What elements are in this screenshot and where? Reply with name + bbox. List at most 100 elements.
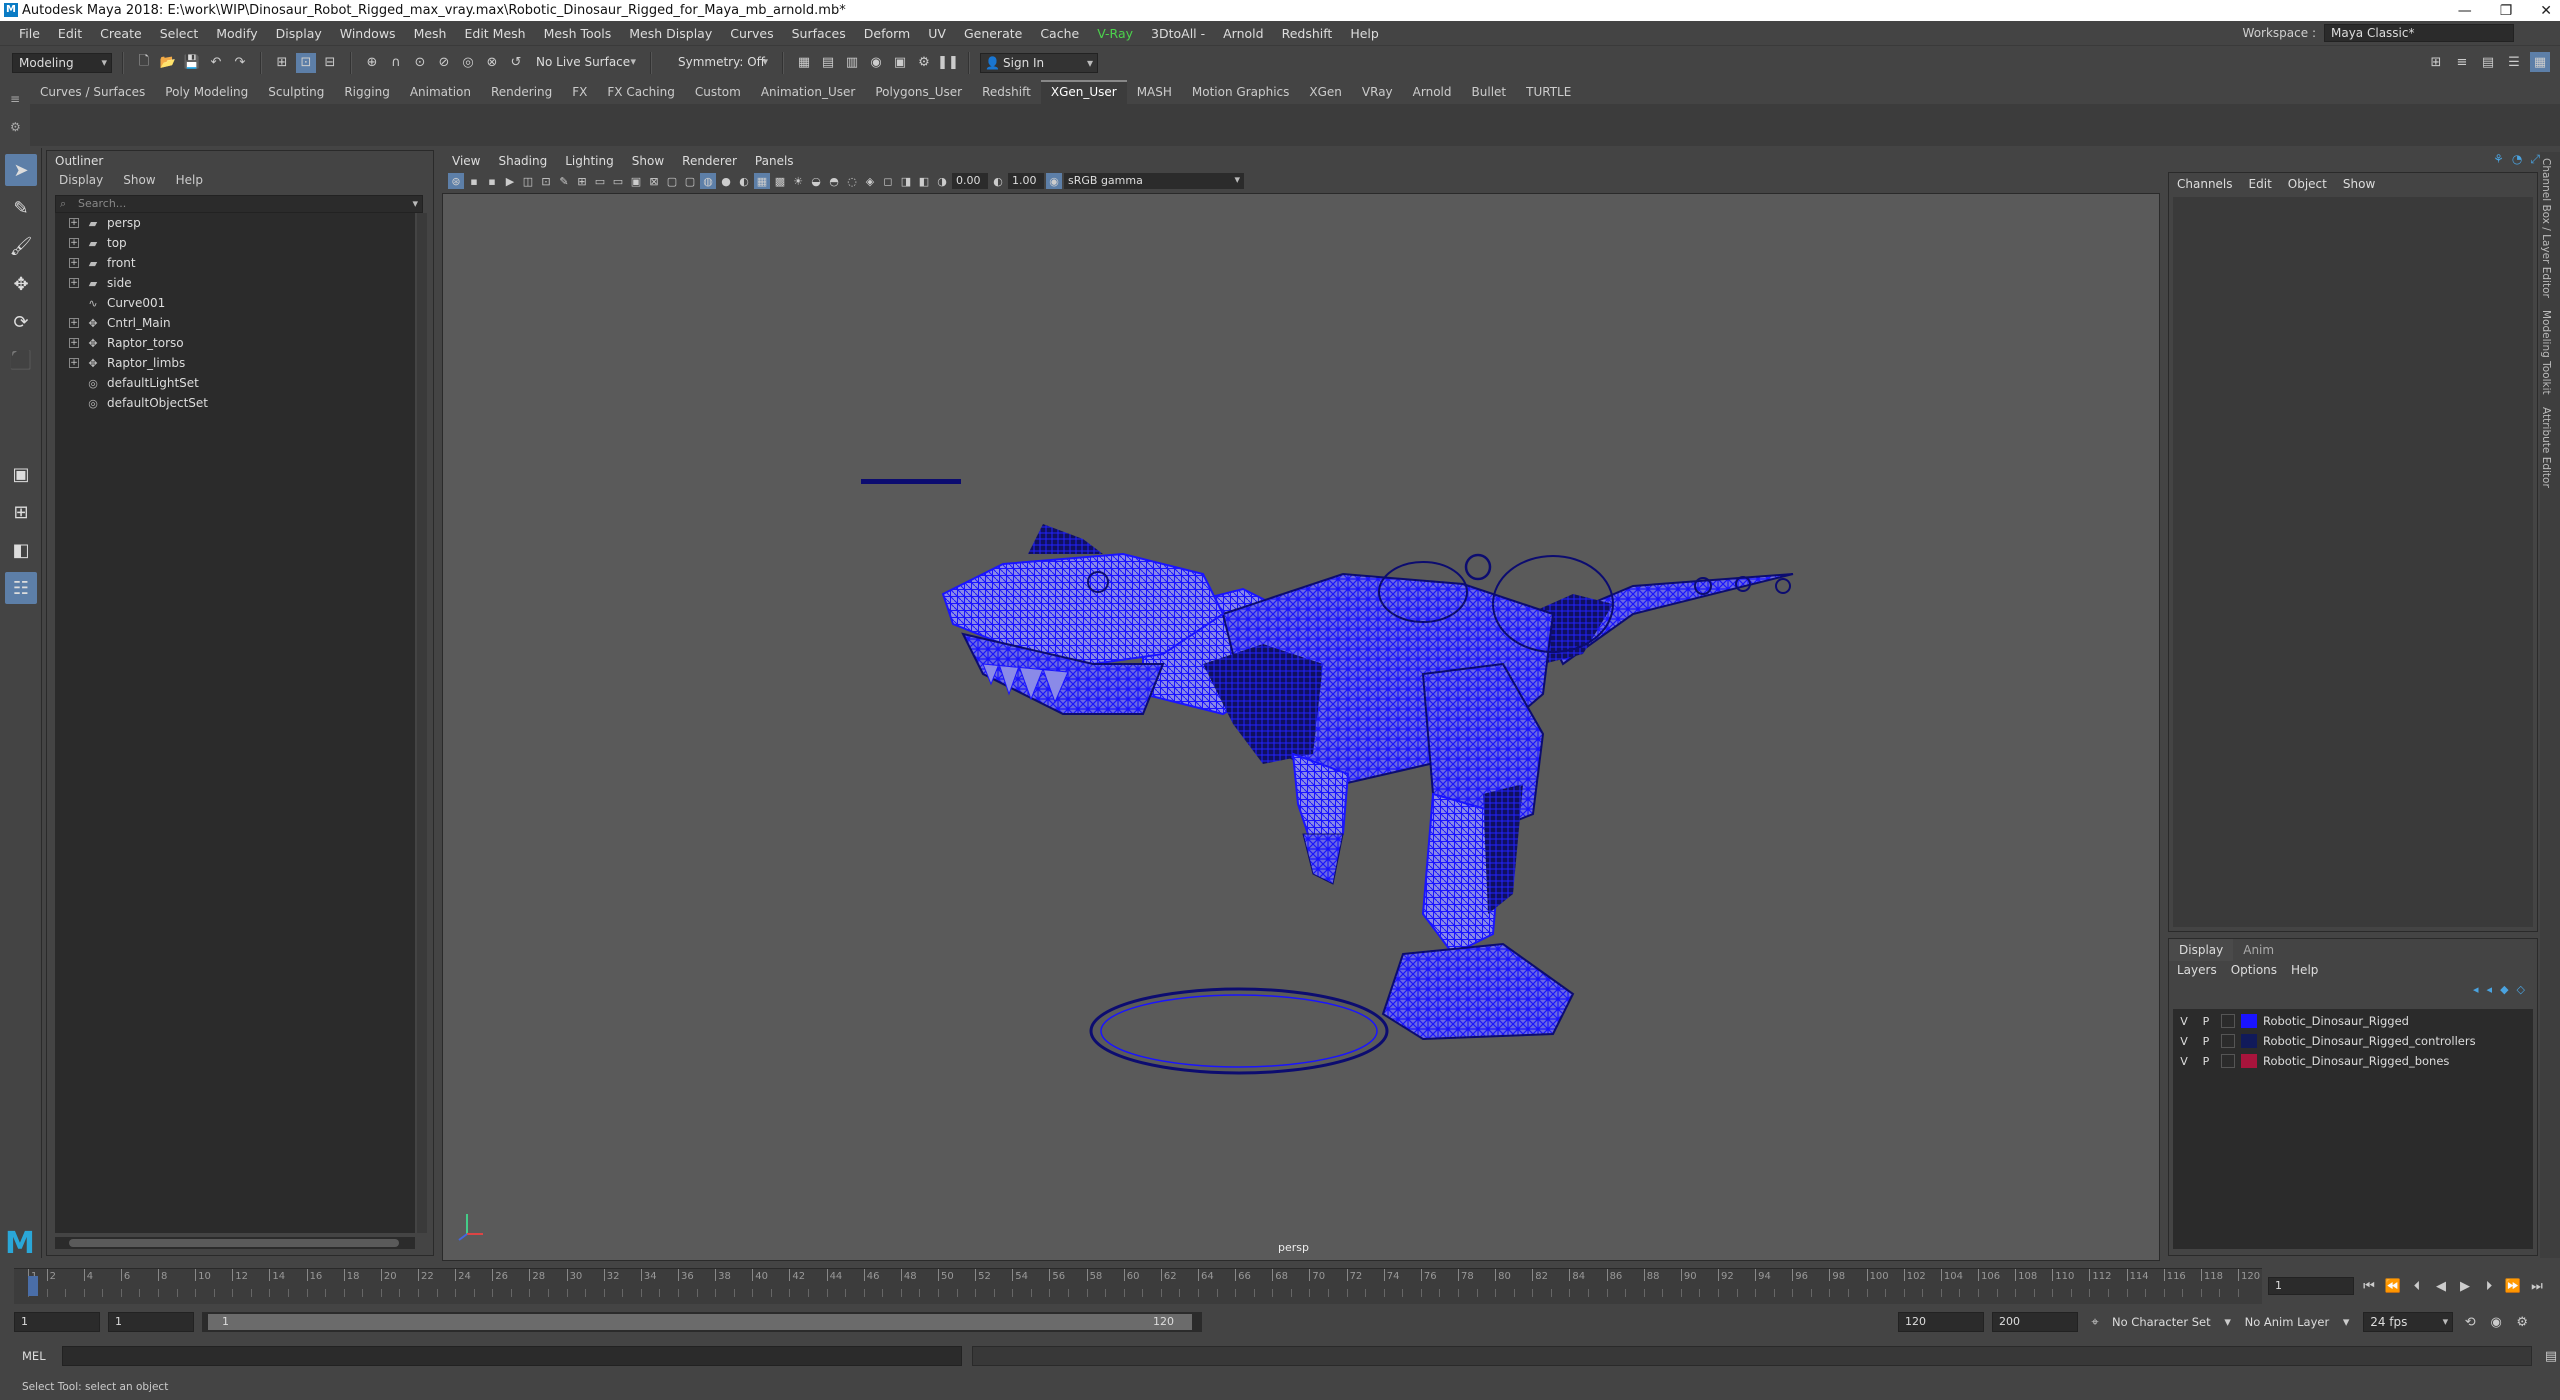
- outliner-node[interactable]: + ▰ front: [55, 253, 415, 273]
- open-scene-icon[interactable]: 📂: [158, 53, 178, 73]
- four-view-layout-icon[interactable]: ⊞: [5, 496, 37, 528]
- layer-row[interactable]: V P Robotic_Dinosaur_Rigged_controllers: [2173, 1031, 2533, 1051]
- menu-edit-mesh[interactable]: Edit Mesh: [455, 26, 534, 41]
- color-management-icon[interactable]: ◉: [1046, 173, 1062, 189]
- layer-color-swatch[interactable]: [2241, 1054, 2257, 1068]
- scale-tool-icon[interactable]: ⬛: [5, 344, 37, 376]
- outliner-node[interactable]: + ✥ Cntrl_Main: [55, 313, 415, 333]
- current-frame-marker[interactable]: [28, 1276, 38, 1296]
- wireframe-icon[interactable]: ◍: [700, 173, 716, 189]
- viewport-menu-view[interactable]: View: [452, 154, 480, 168]
- persp-outliner-layout-icon[interactable]: ◧: [5, 534, 37, 566]
- outliner-search-input[interactable]: ⌕ Search... ▾: [55, 195, 423, 213]
- range-slider-thumb[interactable]: 1 120: [208, 1314, 1192, 1330]
- modeling-toolkit-toggle-icon[interactable]: ⊞: [2426, 52, 2446, 72]
- side-tab-attribute-editor[interactable]: Attribute Editor: [2540, 401, 2552, 494]
- pause-render-icon[interactable]: ❚❚: [937, 53, 959, 73]
- live-surface-field[interactable]: No Live Surface: [530, 53, 640, 73]
- shelf-tab-fx-caching[interactable]: FX Caching: [597, 80, 684, 104]
- current-frame-field[interactable]: 1: [2268, 1277, 2354, 1295]
- new-layer-selected-icon[interactable]: ◆: [2500, 983, 2508, 996]
- menu-windows[interactable]: Windows: [331, 26, 405, 41]
- menu-modify[interactable]: Modify: [207, 26, 266, 41]
- character-set-dropdown[interactable]: No Character Set: [2112, 1315, 2211, 1329]
- viewport-menu-show[interactable]: Show: [632, 154, 664, 168]
- go-to-start-icon[interactable]: ⏮: [2360, 1279, 2378, 1294]
- layer-playback-toggle[interactable]: P: [2195, 1055, 2217, 1068]
- render-frame-icon[interactable]: ▤: [818, 53, 838, 73]
- new-layer-icon[interactable]: ◇: [2517, 983, 2525, 996]
- menu-set-dropdown[interactable]: Modeling: [12, 52, 112, 73]
- anti-aliasing-icon[interactable]: ◈: [862, 173, 878, 189]
- layer-display-type-toggle[interactable]: [2221, 1054, 2235, 1068]
- symmetry-dropdown[interactable]: Symmetry: Off: [662, 53, 772, 73]
- layer-menu-help[interactable]: Help: [2291, 963, 2318, 977]
- step-forward-key-icon[interactable]: ⏩: [2504, 1279, 2522, 1294]
- speed-icon[interactable]: ◔: [2512, 152, 2522, 172]
- shelf-tab-animation[interactable]: Animation: [400, 80, 481, 104]
- side-tab-channel-box-layer-editor[interactable]: Channel Box / Layer Editor: [2540, 152, 2552, 304]
- menu-create[interactable]: Create: [91, 26, 151, 41]
- chevron-down-icon[interactable]: ▾: [2219, 1315, 2237, 1330]
- outliner-menu-show[interactable]: Show: [123, 173, 155, 187]
- restore-icon[interactable]: ❐: [2500, 3, 2513, 19]
- step-back-frame-icon[interactable]: ⏴: [2408, 1279, 2426, 1294]
- auto-key-icon[interactable]: ◉: [2487, 1315, 2505, 1330]
- layer-visibility-toggle[interactable]: V: [2173, 1055, 2195, 1068]
- viewport-menu-shading[interactable]: Shading: [498, 154, 547, 168]
- step-forward-frame-icon[interactable]: ⏵: [2480, 1279, 2498, 1294]
- menu-help[interactable]: Help: [1341, 26, 1388, 41]
- camera-attributes-icon[interactable]: ▶: [502, 173, 518, 189]
- gamma-icon[interactable]: ◐: [990, 173, 1006, 189]
- chevron-down-icon[interactable]: ▾: [2337, 1315, 2355, 1330]
- menu-uv[interactable]: UV: [919, 26, 955, 41]
- expand-toggle-icon[interactable]: +: [69, 338, 79, 348]
- menu-edit[interactable]: Edit: [49, 26, 91, 41]
- fps-dropdown[interactable]: 24 fps: [2363, 1312, 2454, 1332]
- minimize-icon[interactable]: —: [2458, 3, 2472, 19]
- shelf-tab-rigging[interactable]: Rigging: [334, 80, 399, 104]
- sign-in-button[interactable]: 👤 Sign In ▾: [980, 52, 1098, 73]
- view-transform-dropdown[interactable]: sRGB gamma: [1064, 172, 1244, 189]
- expand-toggle-icon[interactable]: +: [69, 278, 79, 288]
- menu-mesh-display[interactable]: Mesh Display: [620, 26, 721, 41]
- safe-title-icon[interactable]: ▢: [682, 173, 698, 189]
- script-editor-icon[interactable]: ▤: [2542, 1349, 2560, 1364]
- menu-cache[interactable]: Cache: [1031, 26, 1088, 41]
- save-scene-icon[interactable]: 💾: [182, 53, 202, 73]
- grid-icon[interactable]: ⊞: [574, 173, 590, 189]
- preferences-icon[interactable]: ⚙: [2513, 1315, 2531, 1330]
- use-all-lights-icon[interactable]: ☀: [790, 173, 806, 189]
- default-material-icon[interactable]: ◐: [736, 173, 752, 189]
- field-chart-icon[interactable]: ⊠: [646, 173, 662, 189]
- safe-action-icon[interactable]: ▢: [664, 173, 680, 189]
- channel-box-menu-object[interactable]: Object: [2288, 177, 2327, 191]
- step-back-key-icon[interactable]: ⏪: [2384, 1279, 2402, 1294]
- outliner-menu-help[interactable]: Help: [176, 173, 203, 187]
- exposure-field[interactable]: 0.00: [952, 173, 988, 189]
- shelf-settings-icon[interactable]: ⚙: [10, 120, 21, 134]
- menu-3dtoall[interactable]: 3DtoAll -: [1142, 26, 1214, 41]
- shelf-tab-fx[interactable]: FX: [562, 80, 597, 104]
- lasso-tool-icon[interactable]: ✎: [5, 192, 37, 224]
- layer-list[interactable]: V P Robotic_Dinosaur_Rigged V P Robotic_Dinos…: [2173, 1009, 2533, 1249]
- shelf-tab-arnold[interactable]: Arnold: [1403, 80, 1462, 104]
- scrollbar-thumb[interactable]: [69, 1239, 399, 1247]
- select-hierarchy-icon[interactable]: ⊞: [272, 53, 292, 73]
- shelf-tab-custom[interactable]: Custom: [685, 80, 751, 104]
- isolate-select-icon[interactable]: ◻: [880, 173, 896, 189]
- outliner-node[interactable]: + ▰ side: [55, 273, 415, 293]
- shelf-tab-curves-surfaces[interactable]: Curves / Surfaces: [30, 80, 155, 104]
- expand-toggle-icon[interactable]: +: [69, 258, 79, 268]
- redo-icon[interactable]: ↷: [230, 53, 250, 73]
- snap-surface-icon[interactable]: ◎: [458, 53, 478, 73]
- menu-deform[interactable]: Deform: [855, 26, 919, 41]
- snap-view-icon[interactable]: ⊘: [434, 53, 454, 73]
- workspace-dropdown[interactable]: Maya Classic*: [2324, 24, 2514, 42]
- menu-generate[interactable]: Generate: [955, 26, 1031, 41]
- wireframe-on-shaded-icon[interactable]: ▦: [754, 173, 770, 189]
- expand-toggle-icon[interactable]: +: [69, 358, 79, 368]
- viewport-menu-renderer[interactable]: Renderer: [682, 154, 737, 168]
- render-setup-icon[interactable]: ⚙: [914, 53, 934, 73]
- xray-joints-icon[interactable]: ◧: [916, 173, 932, 189]
